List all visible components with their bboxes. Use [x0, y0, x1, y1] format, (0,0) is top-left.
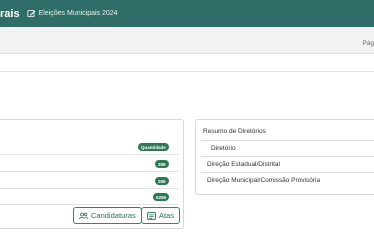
- election-selector[interactable]: Eleições Municipais 2024: [26, 9, 118, 18]
- directory-row: Direção Municipal/Comissão Provisória: [201, 172, 374, 188]
- edit-icon: [26, 9, 36, 18]
- count-badge-2: 259: [155, 177, 169, 185]
- directories-header: Diretório: [201, 140, 374, 156]
- directories-title: Resumo de Diretórios: [203, 128, 266, 135]
- directories-table: Diretório Direção Estadual/Distrital Dir…: [201, 140, 374, 188]
- quantity-header-badge: Quantidade: [138, 143, 169, 151]
- candidates-summary-panel: Quantidade 259 259 5259 Candidaturas Ata: [0, 119, 184, 229]
- row-divider: [0, 188, 179, 189]
- filter-strip[interactable]: [0, 55, 374, 72]
- directory-row: Direção Estadual/Distrital: [201, 156, 374, 172]
- breadcrumb-bar: Pág: [0, 27, 374, 54]
- document-icon: [147, 211, 156, 220]
- page-breadcrumb-link[interactable]: Pág: [362, 40, 374, 47]
- atas-button-label: Atas: [159, 211, 175, 220]
- users-icon: [79, 212, 88, 220]
- row-divider: [0, 204, 179, 205]
- app-title-fragment: rais: [0, 7, 20, 20]
- count-badge-1: 259: [155, 160, 169, 168]
- atas-button[interactable]: Atas: [141, 207, 181, 224]
- candidaturas-button-label: Candidaturas: [91, 211, 136, 220]
- count-badge-3: 5259: [153, 193, 170, 201]
- row-divider: [0, 154, 179, 155]
- candidaturas-button[interactable]: Candidaturas: [73, 207, 142, 224]
- directories-summary-panel: Resumo de Diretórios Diretório Direção E…: [195, 119, 374, 195]
- election-label: Eleições Municipais 2024: [38, 10, 118, 17]
- top-navbar: rais Eleições Municipais 2024: [0, 0, 374, 27]
- row-divider: [0, 171, 179, 172]
